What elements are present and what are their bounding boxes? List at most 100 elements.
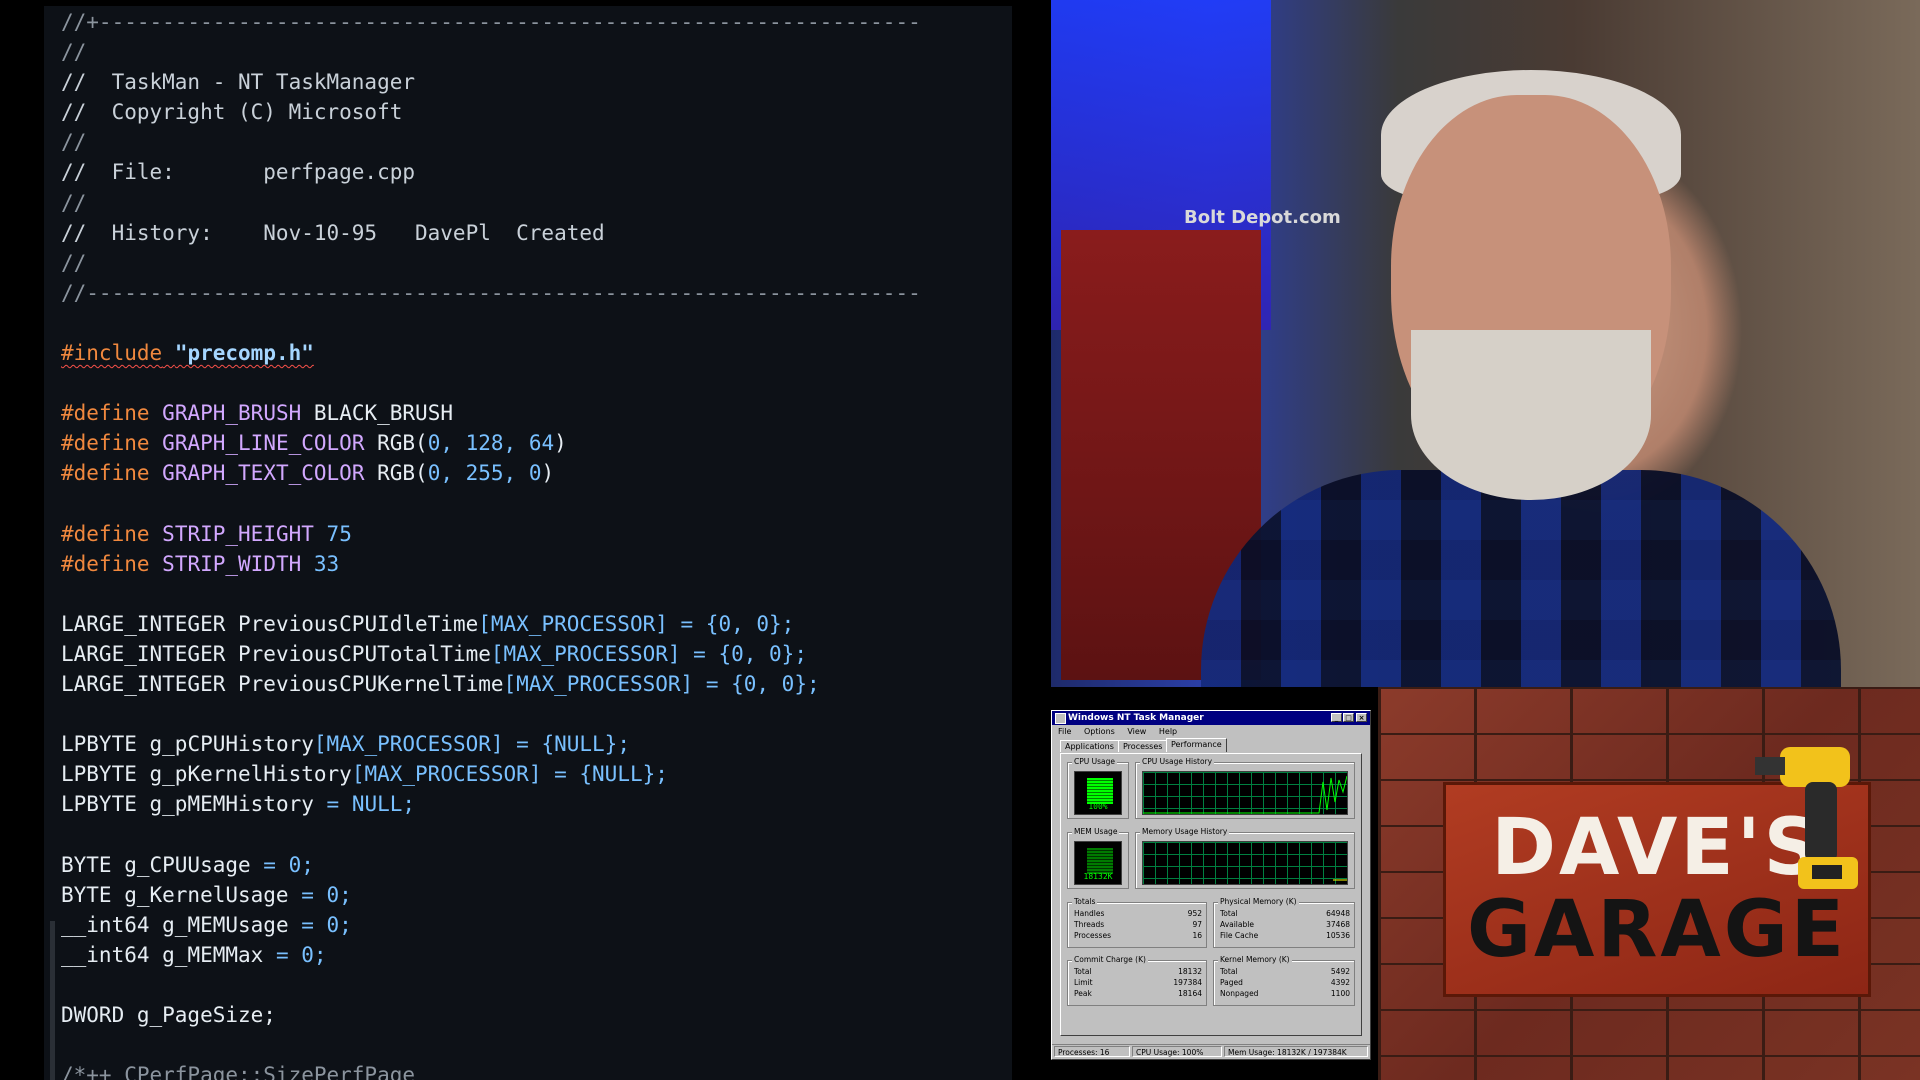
stat-label: Total — [1220, 967, 1238, 976]
maximize-button[interactable]: □ — [1343, 713, 1354, 722]
stat-label: Threads — [1074, 920, 1105, 929]
define-line: #define GRAPH_TEXT_COLOR RGB(0, 255, 0) — [61, 458, 921, 488]
stat-label: Peak — [1074, 989, 1092, 998]
stat-value: 64948 — [1326, 909, 1350, 918]
code-line: // — [61, 190, 87, 215]
stat-value: 18132 — [1178, 967, 1202, 976]
macro-args: 0, 255, 0 — [427, 461, 542, 486]
define-line: #define STRIP_HEIGHT 75 — [61, 519, 921, 549]
define-keyword: #define — [61, 431, 150, 456]
macro-name: GRAPH_LINE_COLOR — [162, 431, 365, 456]
decl-type: LPBYTE — [61, 732, 150, 757]
status-bar: Processes: 16 CPU Usage: 100% Mem Usage:… — [1052, 1044, 1370, 1059]
title-bar[interactable]: Windows NT Task Manager _ □ × — [1052, 711, 1370, 725]
decl-rest: [MAX_PROCESSOR] = {NULL}; — [351, 762, 668, 787]
stat-value: 37468 — [1326, 920, 1350, 929]
stat-value: 197384 — [1173, 978, 1202, 987]
decl-name: g_pKernelHistory — [149, 762, 352, 787]
cpu-history-graph — [1142, 771, 1348, 815]
define-keyword: #define — [61, 521, 150, 546]
cpu-history-group: CPU Usage History — [1135, 757, 1355, 819]
include-keyword: #include — [61, 341, 163, 366]
tab-processes[interactable]: Processes — [1118, 740, 1168, 752]
stat-label: Total — [1074, 967, 1092, 976]
cpu-usage-meter: 100% — [1074, 771, 1122, 815]
commit-charge-label: Commit Charge (K) — [1072, 955, 1148, 964]
tab-applications[interactable]: Applications — [1060, 740, 1119, 752]
menu-options[interactable]: Options — [1084, 727, 1115, 736]
macro-args: 0, 128, 64 — [427, 431, 555, 456]
include-file: "precomp.h" — [174, 341, 314, 366]
code-line: // File: perfpage.cpp — [61, 160, 416, 185]
decl-type: DWORD — [61, 1003, 137, 1028]
macro-number: 33 — [313, 551, 340, 576]
stat-value: 5492 — [1330, 967, 1350, 976]
code-line: //--------------------------------------… — [61, 280, 921, 305]
tab-performance[interactable]: Performance — [1166, 738, 1227, 752]
decl-line: LPBYTE g_pMEMHistory = NULL; — [61, 789, 921, 819]
macro-number: 75 — [326, 521, 352, 546]
code-editor[interactable]: //+-------------------------------------… — [44, 6, 1012, 1080]
decl-type: LARGE_INTEGER — [61, 672, 239, 697]
decl-rest: = 0; — [288, 912, 352, 937]
app-icon[interactable] — [1055, 713, 1066, 724]
stat-label: Processes — [1074, 931, 1111, 940]
stat-label: Available — [1220, 920, 1254, 929]
decl-type: LARGE_INTEGER — [61, 641, 239, 666]
cpu-history-label: CPU Usage History — [1140, 757, 1215, 766]
menu-file[interactable]: File — [1058, 727, 1071, 736]
decl-rest: [MAX_PROCESSOR] = {0, 0}; — [478, 611, 795, 636]
task-manager-window[interactable]: Windows NT Task Manager _ □ × File Optio… — [1051, 710, 1371, 1060]
decl-rest: [MAX_PROCESSOR] = {0, 0}; — [503, 672, 820, 697]
decl-line: __int64 g_MEMMax = 0; — [61, 940, 921, 970]
decl-type: LPBYTE — [61, 762, 150, 787]
macro-name: STRIP_HEIGHT — [162, 521, 314, 546]
define-line: #define STRIP_WIDTH 33 — [61, 549, 921, 579]
define-keyword: #define — [61, 551, 150, 576]
beard — [1411, 330, 1651, 500]
macro-value: BLACK_BRUSH — [313, 401, 453, 426]
macro-close: ) — [554, 431, 567, 456]
decl-type: __int64 — [61, 912, 163, 937]
define-keyword: #define — [61, 401, 150, 426]
decl-type: BYTE — [61, 852, 125, 877]
menu-bar: File Options View Help — [1052, 725, 1370, 738]
minimize-button[interactable]: _ — [1331, 713, 1342, 722]
code-line: // — [61, 250, 87, 275]
define-line: #define GRAPH_LINE_COLOR RGB(0, 128, 64) — [61, 428, 921, 458]
code-line: // Copyright (C) Microsoft — [61, 100, 403, 125]
stat-value: 18164 — [1178, 989, 1202, 998]
decl-line: __int64 g_MEMUsage = 0; — [61, 910, 921, 940]
stat-row: Processes 16 — [1074, 930, 1202, 941]
mem-history-label: Memory Usage History — [1140, 827, 1230, 836]
stat-value: 97 — [1192, 920, 1202, 929]
decl-line: DWORD g_PageSize; — [61, 1000, 921, 1030]
stat-row: Total 18132 — [1074, 966, 1202, 977]
menu-view[interactable]: View — [1127, 727, 1146, 736]
code-line: /*++ CPerfPage::SizePerfPage — [61, 1063, 416, 1080]
decl-name: g_CPUUsage — [124, 852, 251, 877]
stat-row: Threads 97 — [1074, 919, 1202, 930]
menu-help[interactable]: Help — [1159, 727, 1177, 736]
decl-line: BYTE g_CPUUsage = 0; — [61, 850, 921, 880]
stat-row: Total 5492 — [1220, 966, 1350, 977]
stat-label: Total — [1220, 909, 1238, 918]
cpu-usage-value: 100% — [1088, 802, 1108, 811]
code-line: // — [61, 40, 87, 65]
code-content[interactable]: //+-------------------------------------… — [61, 7, 921, 1080]
tab-strip: Applications Processes Performance — [1060, 738, 1370, 752]
cpu-history-line — [1143, 775, 1347, 814]
mem-usage-label: MEM Usage — [1072, 827, 1120, 836]
close-button[interactable]: × — [1356, 713, 1367, 722]
webcam-video: Bolt Depot.com — [1051, 0, 1920, 687]
decl-name: g_pMEMHistory — [149, 792, 314, 817]
decl-name: g_PageSize — [136, 1003, 264, 1028]
cpu-usage-bars — [1087, 778, 1113, 804]
stat-row: Limit 197384 — [1074, 977, 1202, 988]
decl-rest: [MAX_PROCESSOR] = {0, 0}; — [490, 641, 807, 666]
decl-type: BYTE — [61, 882, 125, 907]
mem-history-line — [1333, 879, 1347, 881]
